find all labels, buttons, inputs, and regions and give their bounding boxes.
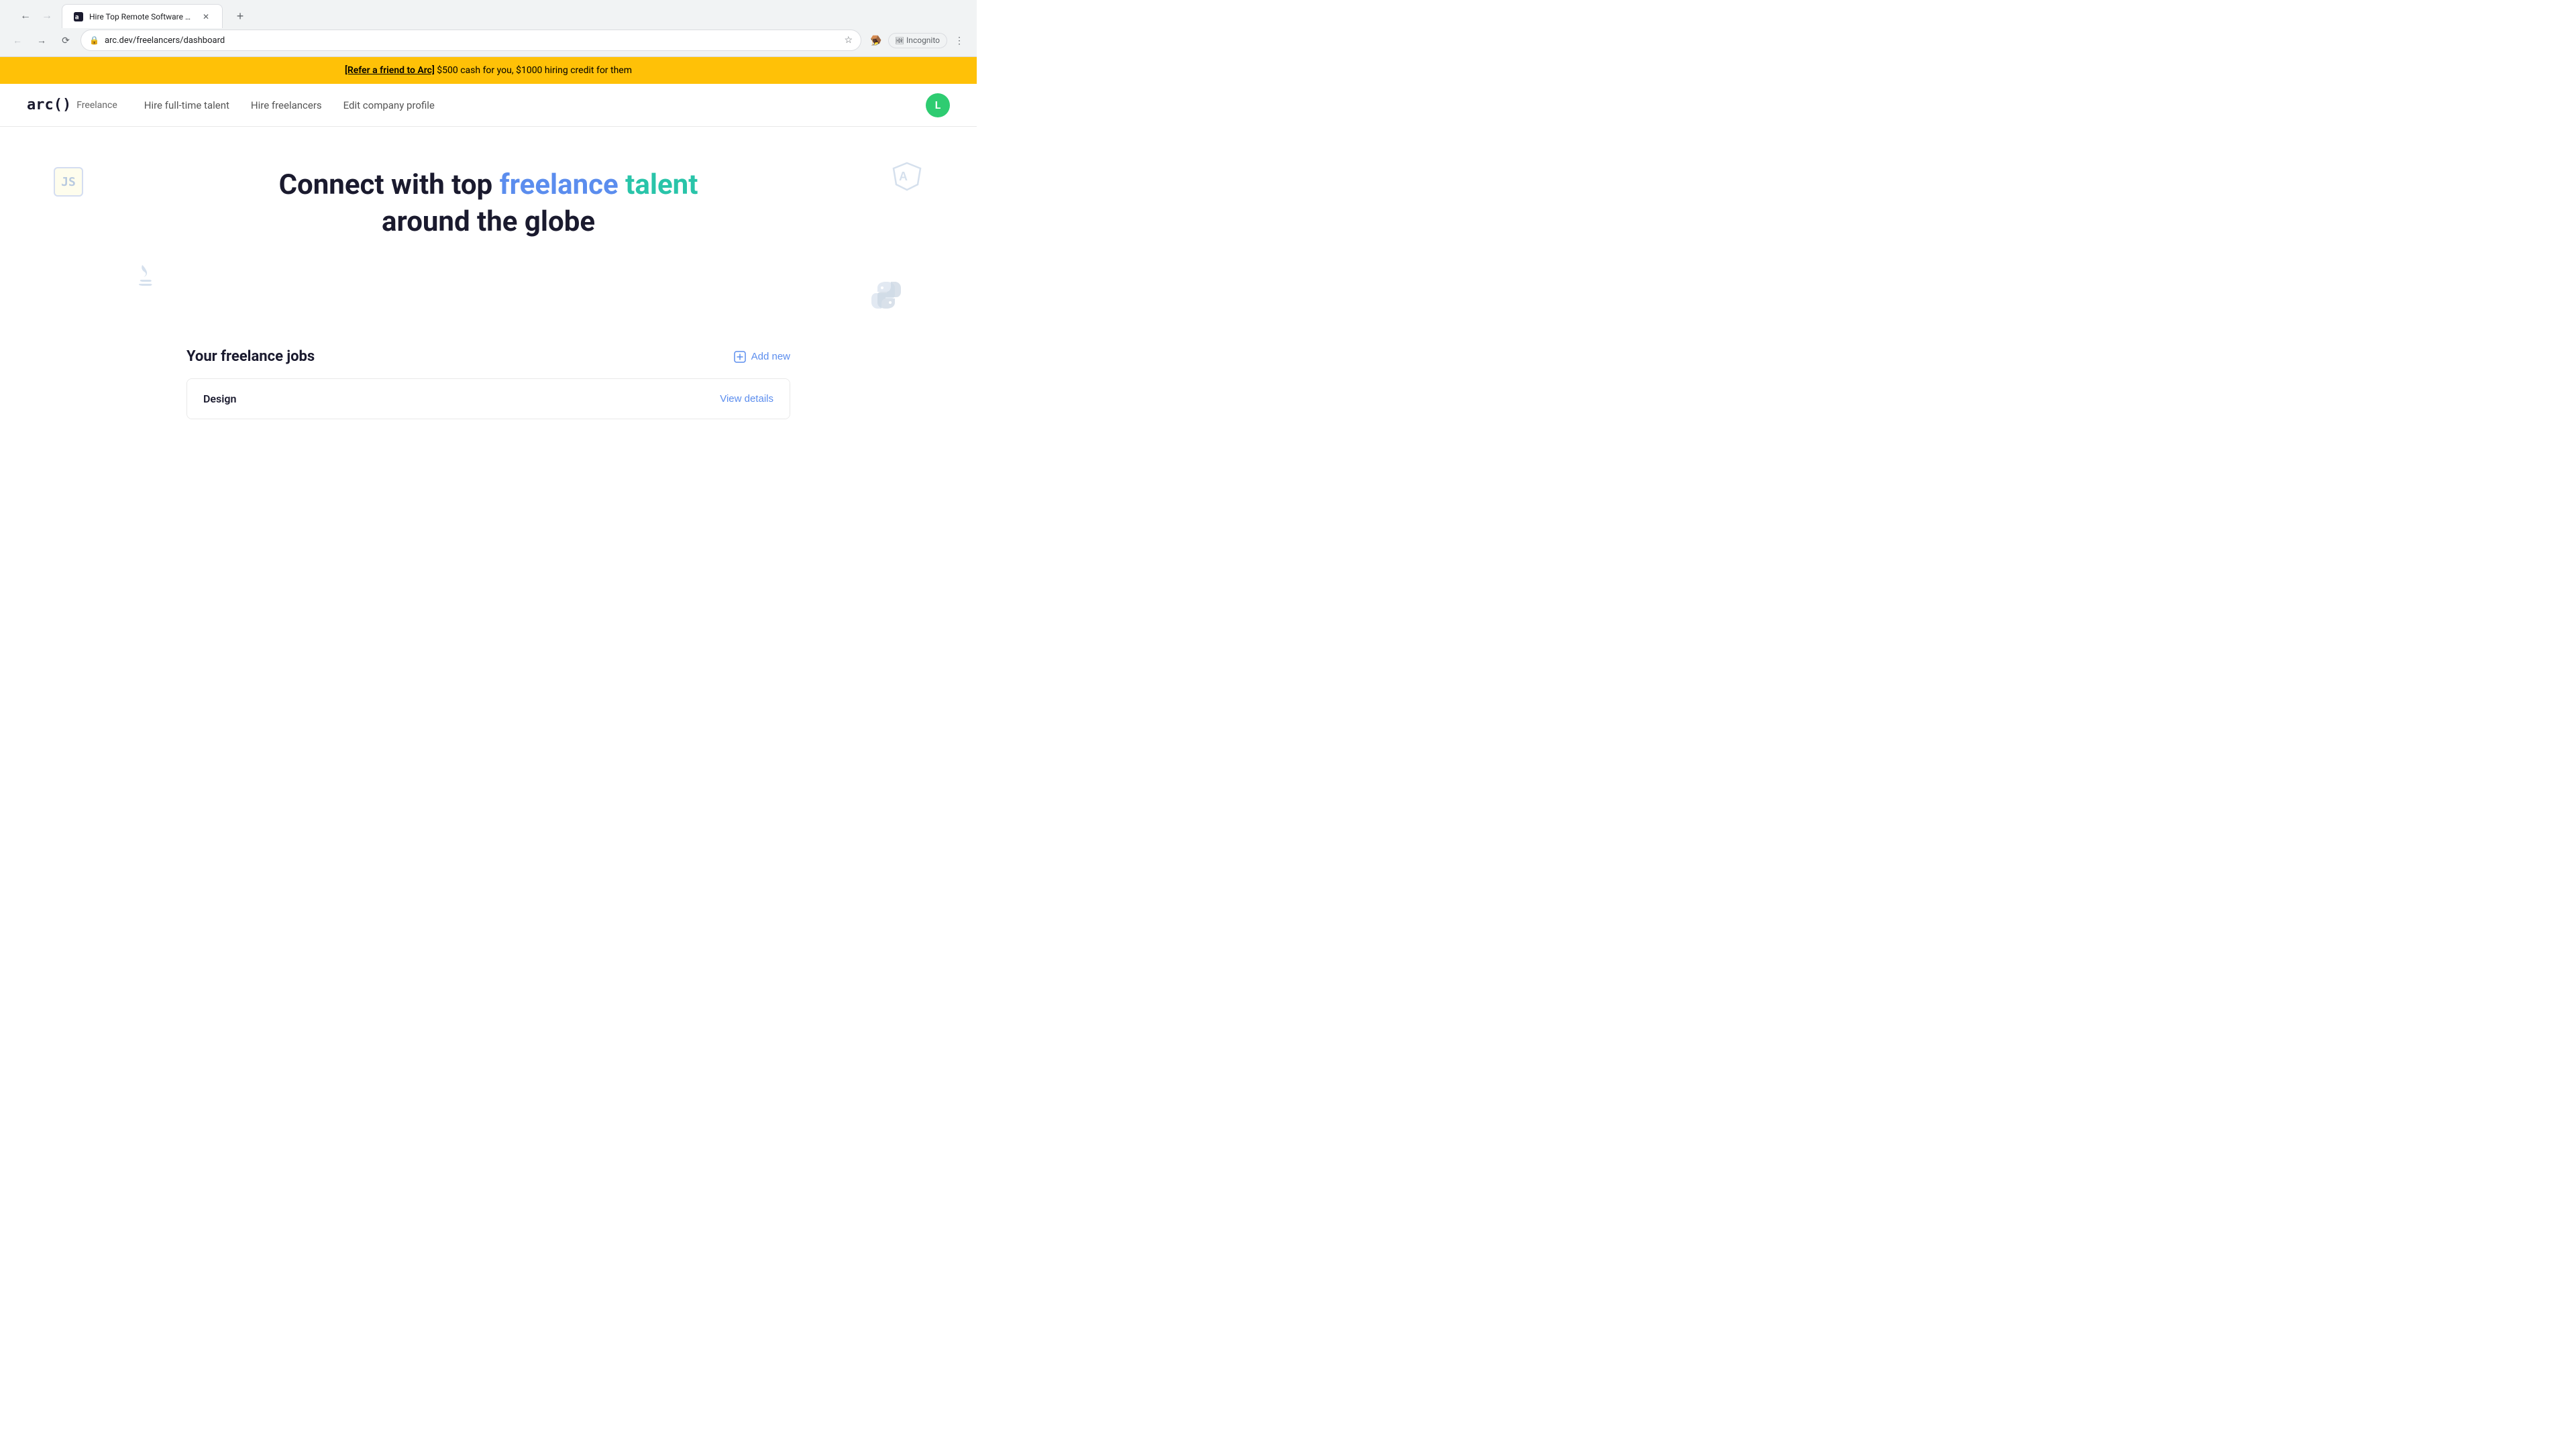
jobs-list: Design View details <box>186 378 790 419</box>
java-icon <box>134 260 158 294</box>
hero-title-space <box>619 168 625 201</box>
page-content: [Refer a friend to Arc] $500 cash for yo… <box>0 57 977 439</box>
job-row: Design View details <box>187 379 790 419</box>
add-new-label: Add new <box>751 351 790 362</box>
extensions-icon[interactable]: 🪤 <box>867 31 885 50</box>
hero-title-part2: around the globe <box>382 205 595 238</box>
bookmark-icon: ☆ <box>844 35 853 46</box>
hero-title-highlight1: freelance <box>500 168 619 201</box>
hero-title-highlight2: talent <box>625 168 698 201</box>
nav-hire-freelancers[interactable]: Hire freelancers <box>251 94 322 117</box>
new-tab-button[interactable]: + <box>231 7 250 25</box>
tab-close-button[interactable]: ✕ <box>201 11 211 22</box>
nav-links: Hire full-time talent Hire freelancers E… <box>144 94 926 117</box>
add-new-button[interactable]: Add new <box>734 351 790 363</box>
browser-back-button[interactable]: ← <box>8 31 27 50</box>
address-bar: ← → ⟳ 🔒 arc.dev/freelancers/dashboard ☆ … <box>0 27 977 56</box>
add-new-icon <box>734 351 746 363</box>
browser-actions: 🪤 🆧 Incognito ⋮ <box>867 31 969 50</box>
logo-arc-text: arc() <box>27 97 71 113</box>
jobs-section: Your freelance jobs Add new Design View … <box>173 328 804 439</box>
hero-title-part1: Connect with top <box>279 168 500 201</box>
url-text: arc.dev/freelancers/dashboard <box>105 36 839 46</box>
browser-menu-button[interactable]: ⋮ <box>950 31 969 50</box>
logo[interactable]: arc() Freelance <box>27 97 117 113</box>
tab-favicon: a <box>73 11 84 22</box>
back-nav-icon[interactable]: ← <box>16 7 35 25</box>
incognito-icon: 🆧 <box>896 35 904 46</box>
jobs-section-title: Your freelance jobs <box>186 348 315 365</box>
url-bar[interactable]: 🔒 arc.dev/freelancers/dashboard ☆ <box>80 30 861 51</box>
hero-title: Connect with top freelance talent around… <box>254 167 723 240</box>
python-icon <box>869 278 903 315</box>
incognito-badge[interactable]: 🆧 Incognito <box>888 33 947 48</box>
logo-label: Freelance <box>76 100 117 111</box>
svg-text:A: A <box>899 170 908 183</box>
nav-hire-fulltime[interactable]: Hire full-time talent <box>144 94 229 117</box>
svg-text:a: a <box>75 13 79 21</box>
nav-edit-company[interactable]: Edit company profile <box>343 94 435 117</box>
view-details-button[interactable]: View details <box>720 393 773 405</box>
browser-chrome: ← → a Hire Top Remote Software Dev ✕ + ←… <box>0 0 977 57</box>
tab-bar: ← → a Hire Top Remote Software Dev ✕ + <box>0 0 977 27</box>
refer-link[interactable]: [Refer a friend to Arc] <box>345 65 435 76</box>
active-tab[interactable]: a Hire Top Remote Software Dev ✕ <box>62 4 223 28</box>
angular-icon: A <box>891 160 923 193</box>
main-nav: arc() Freelance Hire full-time talent Hi… <box>0 84 977 127</box>
user-avatar[interactable]: L <box>926 93 950 117</box>
incognito-label: Incognito <box>906 36 940 45</box>
banner-text: $500 cash for you, $1000 hiring credit f… <box>435 65 632 76</box>
promo-banner: [Refer a friend to Arc] $500 cash for yo… <box>0 57 977 84</box>
browser-reload-button[interactable]: ⟳ <box>56 31 75 50</box>
job-name: Design <box>203 392 236 405</box>
browser-forward-button[interactable]: → <box>32 31 51 50</box>
hero-section: JS A Connect with <box>0 127 977 328</box>
js-icon: JS <box>54 167 83 197</box>
lock-icon: 🔒 <box>89 36 99 45</box>
jobs-header: Your freelance jobs Add new <box>186 348 790 365</box>
forward-nav-icon[interactable]: → <box>38 7 56 25</box>
tab-title: Hire Top Remote Software Dev <box>89 12 195 21</box>
